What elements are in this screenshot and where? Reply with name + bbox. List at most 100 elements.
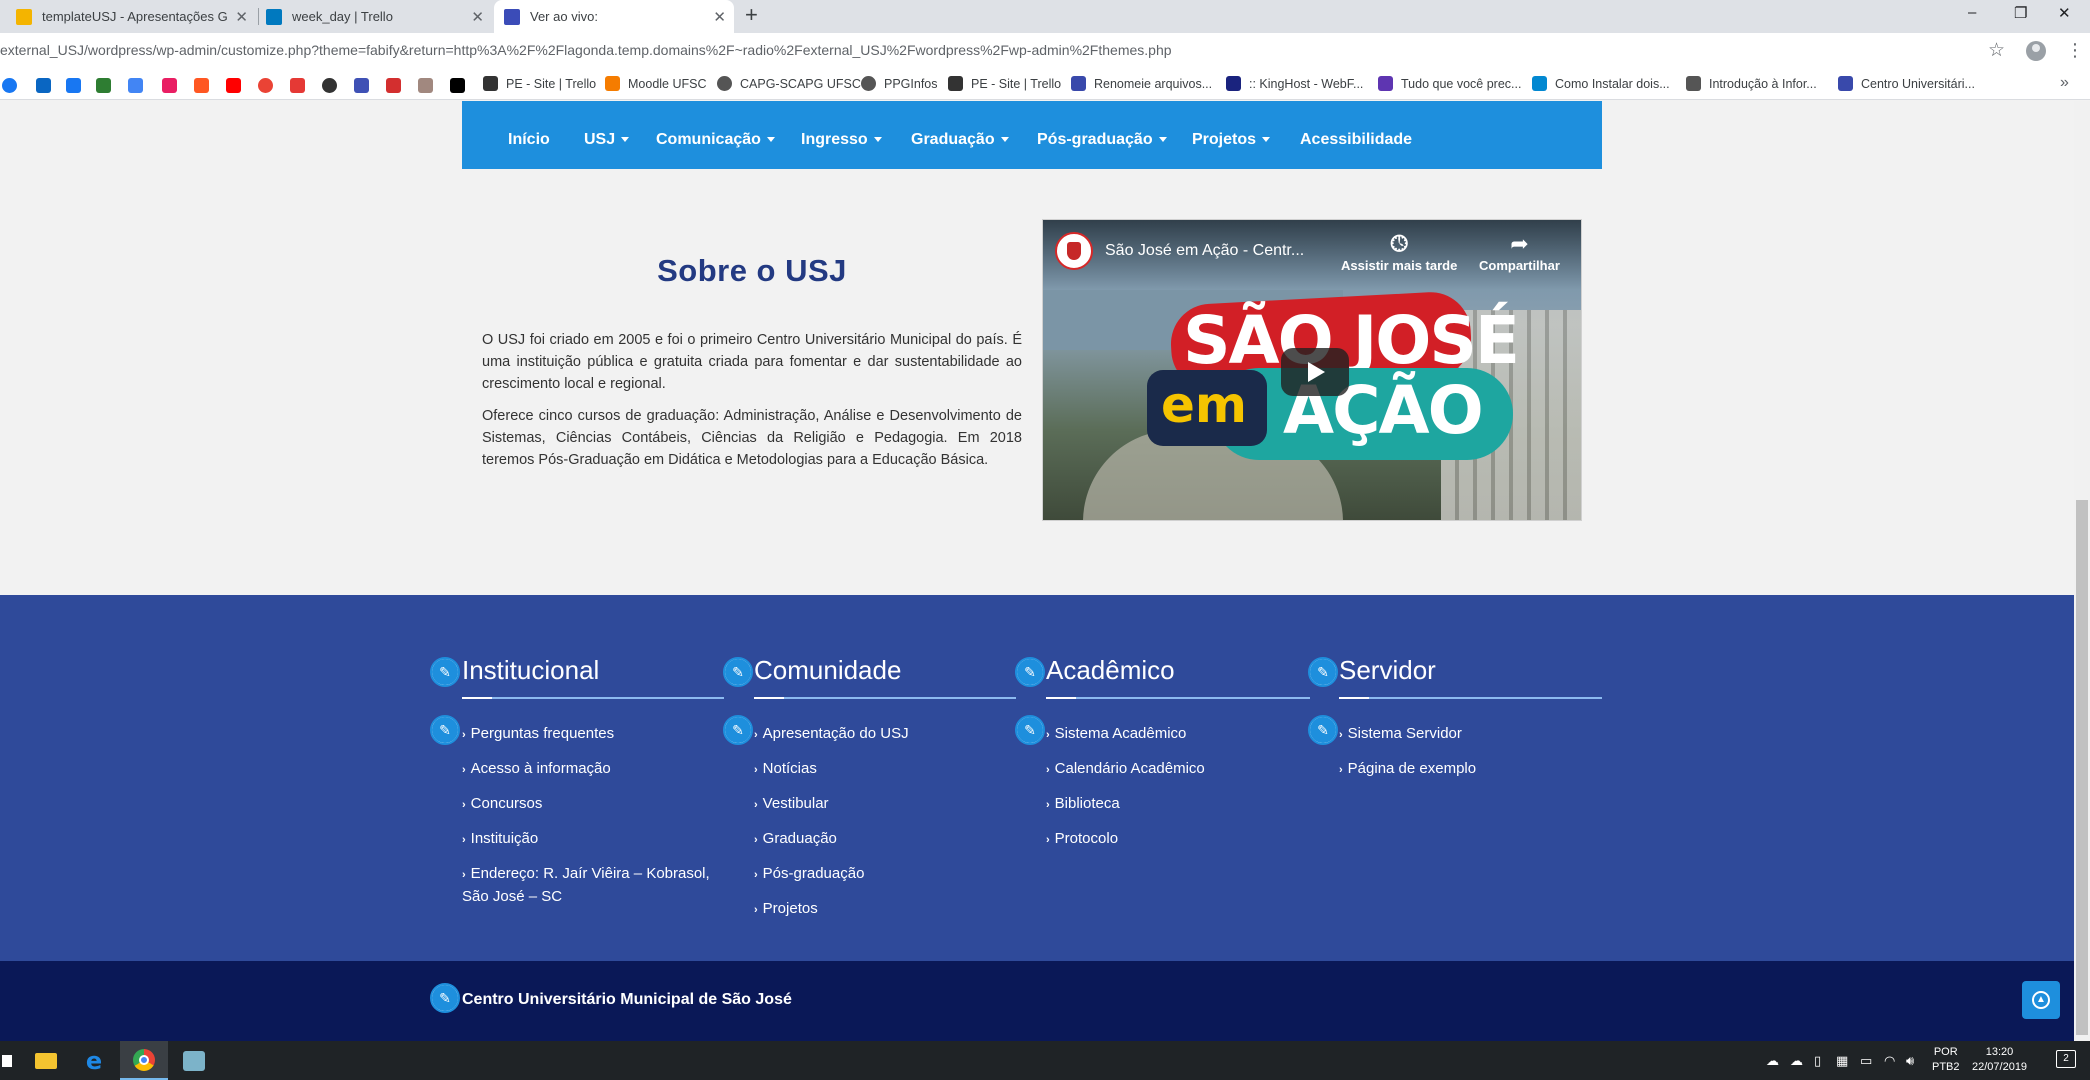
language-indicator[interactable]: POR PTB2 — [1932, 1045, 1960, 1075]
nav-item-ingresso[interactable]: Ingresso — [801, 131, 882, 149]
bookmark-item[interactable]: CAPG-SCAPG UFSC — [717, 76, 861, 91]
facebook-icon[interactable] — [66, 78, 81, 93]
nav-item-usj[interactable]: USJ — [584, 131, 630, 149]
bookmark-item[interactable]: PPGInfos — [861, 76, 938, 91]
bookmark-item[interactable]: :: KingHost - WebF... — [1226, 76, 1363, 91]
footer-link[interactable]: › Página de exemplo — [1339, 758, 1476, 781]
bookmark-icon[interactable] — [290, 78, 305, 93]
onedrive-icon[interactable]: ☁ — [1766, 1053, 1779, 1069]
footer-link[interactable]: › Calendário Acadêmico — [1046, 758, 1205, 781]
bookmark-icon[interactable] — [418, 78, 433, 93]
start-button[interactable] — [0, 1041, 14, 1080]
bookmark-icon[interactable] — [258, 78, 273, 93]
bookmark-icon[interactable] — [354, 78, 369, 93]
video-title[interactable]: São José em Ação - Centr... — [1105, 242, 1304, 260]
cloud-sync-icon[interactable]: ☁ — [1790, 1053, 1803, 1069]
bookmark-icon[interactable] — [450, 78, 465, 93]
bookmark-item[interactable]: Tudo que você prec... — [1378, 76, 1521, 91]
new-tab-button[interactable]: + — [745, 2, 758, 28]
close-icon[interactable]: ✕ — [713, 8, 726, 26]
linkedin-icon[interactable] — [36, 78, 51, 93]
footer-link[interactable]: › Vestibular — [754, 793, 829, 816]
edit-pencil-icon[interactable]: ✎ — [1308, 715, 1338, 745]
nav-item-inicio[interactable]: Início — [508, 131, 550, 149]
edit-pencil-icon[interactable]: ✎ — [430, 657, 460, 687]
close-icon[interactable]: ✕ — [235, 8, 248, 26]
minimize-button[interactable]: – — [1968, 4, 1976, 21]
footer-link[interactable]: › Instituição — [462, 828, 538, 851]
edit-pencil-icon[interactable]: ✎ — [723, 657, 753, 687]
footer-link[interactable]: › Protocolo — [1046, 828, 1118, 851]
footer-link[interactable]: › Biblioteca — [1046, 793, 1120, 816]
close-icon[interactable]: ✕ — [471, 8, 484, 26]
chevron-right-icon: › — [754, 869, 758, 881]
bookmark-icon[interactable] — [96, 78, 111, 93]
youtube-icon[interactable] — [226, 78, 241, 93]
bookmark-item[interactable]: Introdução à Infor... — [1686, 76, 1817, 91]
edit-pencil-icon[interactable]: ✎ — [723, 715, 753, 745]
video-embed[interactable]: SÃO JOSÉ AÇÃO em São José em Ação - Cent… — [1042, 219, 1582, 521]
bookmark-icon[interactable] — [162, 78, 177, 93]
restore-button[interactable]: ❐ — [2014, 4, 2027, 22]
monitor-icon[interactable]: ▭ — [1860, 1053, 1872, 1069]
browser-tab[interactable]: templateUSJ - Apresentações Go ✕ — [16, 0, 256, 33]
bookmark-icon[interactable] — [194, 78, 209, 93]
chrome-icon[interactable] — [120, 1041, 168, 1080]
footer-link[interactable]: › Notícias — [754, 758, 817, 781]
footer-link[interactable]: › Sistema Servidor — [1339, 723, 1462, 746]
browser-tab[interactable]: week_day | Trello ✕ — [266, 0, 492, 33]
nav-item-graduacao[interactable]: Graduação — [911, 131, 1009, 149]
play-button[interactable] — [1281, 348, 1349, 396]
footer-link[interactable]: › Sistema Acadêmico — [1046, 723, 1186, 746]
edit-pencil-icon[interactable]: ✎ — [1308, 657, 1338, 687]
bookmark-item[interactable]: PE - Site | Trello — [948, 76, 1061, 91]
caret-down-icon — [1262, 137, 1271, 143]
bookmarks-more-button[interactable]: » — [2060, 74, 2069, 92]
bookmark-icon[interactable] — [322, 78, 337, 93]
scroll-to-top-button[interactable]: ▲ — [2022, 981, 2060, 1019]
watch-later-button[interactable]: 🕓︎ Assistir mais tarde — [1341, 232, 1457, 274]
wifi-icon[interactable]: ◠ — [1884, 1053, 1895, 1069]
clock[interactable]: 13:20 22/07/2019 — [1972, 1045, 2027, 1075]
bookmark-item[interactable]: PE - Site | Trello — [483, 76, 596, 91]
bookmark-item[interactable]: Renomeie arquivos... — [1071, 76, 1212, 91]
bookmark-icon[interactable] — [386, 78, 401, 93]
browser-tab-active[interactable]: Ver ao vivo: ✕ — [494, 0, 734, 33]
nav-item-acessibilidade[interactable]: Acessibilidade — [1300, 131, 1412, 149]
nav-item-pos-graduacao[interactable]: Pós-graduação — [1037, 131, 1167, 149]
window-close-button[interactable]: ✕ — [2058, 4, 2071, 22]
nav-item-comunicacao[interactable]: Comunicação — [656, 131, 775, 149]
footer-link[interactable]: › Projetos — [754, 898, 818, 921]
notifications-button[interactable]: 2 — [2056, 1050, 2076, 1068]
usb-icon[interactable]: ▯ — [1814, 1053, 1821, 1069]
bookmark-item[interactable]: Centro Universitári... — [1838, 76, 1975, 91]
share-button[interactable]: ➦ Compartilhar — [1479, 232, 1560, 274]
footer-link[interactable]: › Concursos — [462, 793, 542, 816]
network-tray-icon[interactable]: ▦ — [1836, 1053, 1848, 1069]
nav-item-projetos[interactable]: Projetos — [1192, 131, 1271, 149]
edit-pencil-icon[interactable]: ✎ — [430, 983, 460, 1013]
profile-avatar[interactable] — [2026, 41, 2046, 61]
edge-icon[interactable]: e — [70, 1041, 118, 1080]
footer-link[interactable]: › Pós-graduação — [754, 863, 864, 886]
footer-link[interactable]: › Endereço: R. Jaír Viêira – Kobrasol, Sã… — [462, 863, 724, 908]
channel-logo-icon[interactable] — [1055, 232, 1093, 270]
translate-icon[interactable] — [128, 78, 143, 93]
edit-pencil-icon[interactable]: ✎ — [1015, 715, 1045, 745]
footer-link[interactable]: › Apresentação do USJ — [754, 723, 909, 746]
bookmark-item[interactable]: Moodle UFSC — [605, 76, 707, 91]
url-field[interactable]: external_USJ/wordpress/wp-admin/customiz… — [0, 42, 1172, 58]
footer-link[interactable]: › Perguntas frequentes — [462, 723, 614, 746]
messenger-icon[interactable] — [2, 78, 17, 93]
star-icon[interactable]: ☆ — [1988, 39, 2005, 62]
edit-pencil-icon[interactable]: ✎ — [1015, 657, 1045, 687]
scrollbar-thumb[interactable] — [2076, 500, 2088, 1035]
volume-icon[interactable]: 🔊︎ — [1906, 1053, 1914, 1069]
edit-pencil-icon[interactable]: ✎ — [430, 715, 460, 745]
file-explorer-icon[interactable] — [22, 1041, 70, 1080]
bookmark-item[interactable]: Como Instalar dois... — [1532, 76, 1670, 91]
app-icon[interactable] — [170, 1041, 218, 1080]
footer-link[interactable]: › Graduação — [754, 828, 837, 851]
footer-link[interactable]: › Acesso à informação — [462, 758, 611, 781]
menu-icon[interactable]: ⋮ — [2066, 40, 2084, 61]
